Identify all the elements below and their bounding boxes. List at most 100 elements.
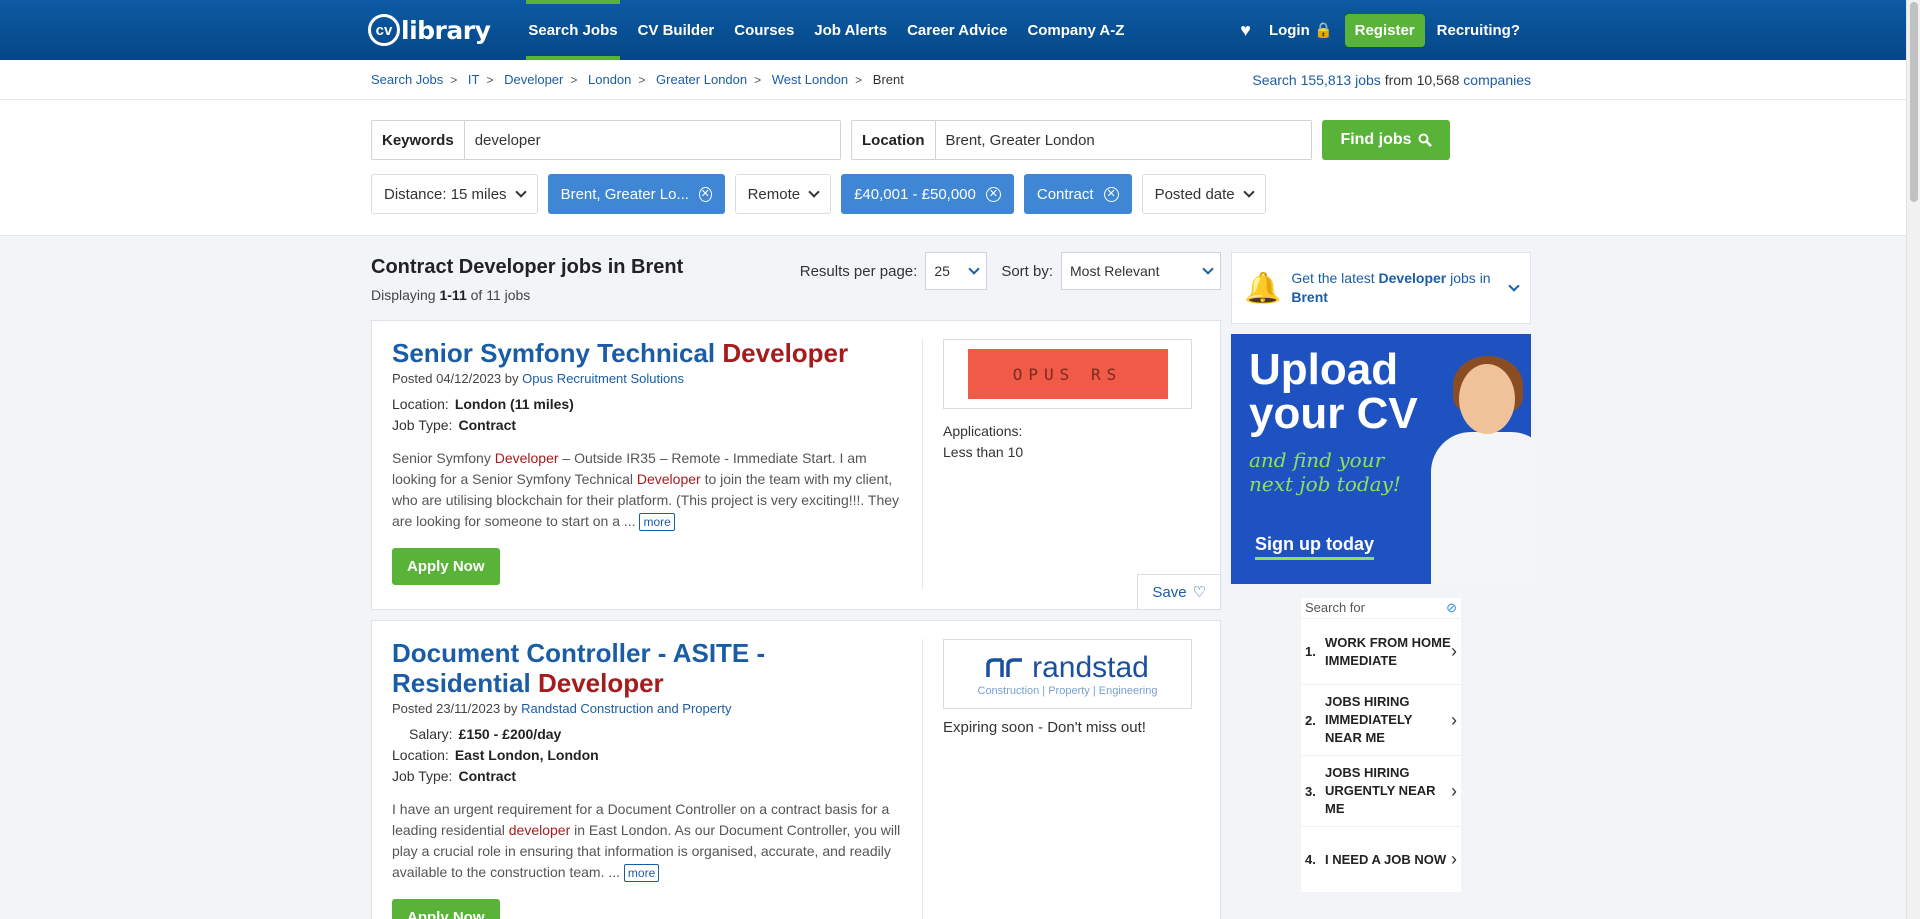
saved-jobs-heart-icon[interactable]: ♥ [1240, 20, 1251, 41]
search-panel: Keywords Location Find jobs Distance: 15… [0, 100, 1920, 236]
posted-date: Posted 04/12/2023 by [392, 370, 519, 386]
location-label: Location [852, 121, 936, 159]
cv-library-logo[interactable]: cv library [368, 0, 491, 60]
salary-filter-chip[interactable]: £40,001 - £50,000 ✕ [841, 174, 1014, 214]
login-link[interactable]: Login 🔒 [1261, 21, 1341, 40]
save-job-button[interactable]: Save ♡ [1137, 574, 1221, 610]
job-type-filter-chip[interactable]: Contract ✕ [1023, 174, 1132, 214]
job-title-link[interactable]: Senior Symfony Technical Developer [392, 338, 907, 369]
sponsored-search-item[interactable]: 2. JOBS HIRING IMMEDIATELY NEAR ME › [1301, 684, 1461, 755]
per-page-select[interactable]: 25 [925, 252, 988, 290]
more-button[interactable]: more [623, 863, 660, 882]
nav-courses[interactable]: Courses [724, 0, 804, 60]
remove-filter-icon[interactable]: ✕ [985, 186, 1001, 202]
chevron-down-icon [1242, 186, 1255, 198]
posted-line: Posted 04/12/2023 by Opus Recruitment So… [392, 371, 907, 386]
company-link[interactable]: Randstad Construction and Property [521, 701, 731, 716]
item-text: JOBS HIRING URGENTLY NEAR ME [1325, 765, 1436, 816]
displaying-label: Displaying [371, 287, 436, 303]
stats-companies-link[interactable]: companies [1463, 72, 1531, 88]
more-button[interactable]: more [639, 512, 675, 531]
results-header: Contract Developer jobs in Brent Display… [371, 252, 1221, 320]
lock-icon: 🔒 [1313, 22, 1333, 39]
breadcrumb-separator-icon: > [855, 73, 863, 87]
job-title-text: Senior Symfony Technical [392, 338, 716, 368]
remote-filter[interactable]: Remote [734, 174, 832, 214]
posted-date-filter[interactable]: Posted date [1141, 174, 1266, 214]
chevron-right-icon: › [1451, 780, 1457, 801]
top-nav-bar: cv library Search Jobs CV Builder Course… [0, 0, 1920, 60]
remote-filter-label: Remote [747, 185, 801, 203]
apply-now-button[interactable]: Apply Now [392, 547, 500, 585]
job-card: Senior Symfony Technical Developer Poste… [371, 320, 1221, 610]
upload-cv-ad[interactable]: Upload your CV and find your next job to… [1231, 334, 1531, 584]
breadcrumb-item[interactable]: Greater London [656, 72, 747, 87]
randstad-wordmark: randstad [1032, 651, 1149, 684]
register-button[interactable]: Register [1344, 13, 1425, 47]
breadcrumb-item[interactable]: Search Jobs [371, 72, 443, 87]
breadcrumb-separator-icon: > [486, 73, 494, 87]
find-jobs-button[interactable]: Find jobs [1322, 120, 1450, 160]
sponsored-search-item[interactable]: 3. JOBS HIRING URGENTLY NEAR ME › [1301, 755, 1461, 826]
nav-job-alerts[interactable]: Job Alerts [804, 0, 897, 60]
ad-choices-icon[interactable]: ⊘ [1446, 600, 1457, 616]
page-scrollbar[interactable] [1906, 0, 1920, 919]
nav-career-advice[interactable]: Career Advice [897, 0, 1017, 60]
distance-filter[interactable]: Distance: 15 miles [371, 174, 538, 214]
sort-select[interactable]: Most Relevant [1061, 252, 1221, 290]
sort-label: Sort by: [1001, 262, 1053, 280]
breadcrumb: Search Jobs > IT > Developer > London > Grea… [371, 72, 904, 87]
salary-key: Salary: [409, 725, 453, 742]
nav-search-jobs[interactable]: Search Jobs [518, 0, 627, 60]
breadcrumb-current: Brent [872, 72, 904, 87]
ad-signup-link[interactable]: Sign up today [1255, 534, 1374, 560]
job-description: I have an urgent requirement for a Docum… [392, 799, 907, 883]
sponsored-search-item[interactable]: 1. WORK FROM HOME IMMEDIATE › [1301, 618, 1461, 684]
company-logo[interactable]: randstad Construction | Property | Engin… [943, 639, 1192, 709]
alert-text: Get the latest [1291, 270, 1375, 286]
opus-logo: OPUS RS [967, 349, 1168, 399]
posted-date-label: Posted date [1154, 185, 1235, 203]
item-text: WORK FROM HOME IMMEDIATE [1325, 634, 1451, 668]
item-text: I NEED A JOB NOW [1325, 851, 1447, 867]
randstad-mark-icon [986, 658, 1023, 677]
sort-value: Most Relevant [1070, 263, 1160, 279]
breadcrumb-item[interactable]: Developer [504, 72, 563, 87]
job-alert-text: Get the latest Developer jobs in Brent [1291, 269, 1500, 307]
remove-filter-icon[interactable]: ✕ [698, 186, 712, 202]
sponsored-search-item[interactable]: 4. I NEED A JOB NOW › [1301, 826, 1461, 892]
breadcrumb-item[interactable]: IT [468, 72, 480, 87]
nav-cv-builder[interactable]: CV Builder [628, 0, 725, 60]
scrollbar-thumb[interactable] [1910, 2, 1918, 202]
location-filter-chip[interactable]: Brent, Greater Lo... ✕ [547, 174, 725, 214]
chevron-down-icon[interactable] [1508, 280, 1520, 292]
stats-jobs-link[interactable]: 155,813 jobs [1301, 72, 1381, 88]
job-alert-box[interactable]: 🔔 Get the latest Developer jobs in Brent [1231, 252, 1531, 324]
breadcrumb-item[interactable]: West London [772, 72, 848, 87]
results-range: 1-11 [439, 287, 467, 303]
keywords-input[interactable] [464, 121, 840, 159]
randstad-logo: randstad Construction | Property | Engin… [978, 651, 1158, 697]
recruiting-link[interactable]: Recruiting? [1429, 22, 1528, 39]
per-page-label: Results per page: [799, 262, 918, 280]
remove-filter-icon[interactable]: ✕ [1103, 186, 1119, 202]
ad-person-image [1421, 354, 1531, 584]
job-title-highlight: Developer [537, 667, 664, 698]
ad-person-body [1431, 432, 1531, 584]
apply-now-button[interactable]: Apply Now [392, 898, 500, 919]
company-logo[interactable]: OPUS RS [943, 339, 1192, 409]
breadcrumb-item[interactable]: London [588, 72, 631, 87]
job-title-link[interactable]: Document Controller - ASITE - Residentia… [392, 638, 907, 699]
item-number: 3. [1305, 783, 1316, 799]
job-side-panel: randstad Construction | Property | Engin… [922, 639, 1192, 919]
item-number: 2. [1305, 712, 1316, 728]
stats-from: from 10,568 [1384, 71, 1460, 88]
posted-line: Posted 23/11/2023 by Randstad Constructi… [392, 701, 907, 716]
nav-company-a-z[interactable]: Company A-Z [1017, 0, 1134, 60]
applications-value: Less than 10 [943, 444, 1024, 460]
salary-chip-label: £40,001 - £50,000 [854, 185, 976, 203]
find-jobs-label: Find jobs [1340, 131, 1412, 148]
job-type-value: Contract [458, 416, 517, 433]
location-input[interactable] [935, 121, 1311, 159]
company-link[interactable]: Opus Recruitment Solutions [522, 371, 684, 386]
